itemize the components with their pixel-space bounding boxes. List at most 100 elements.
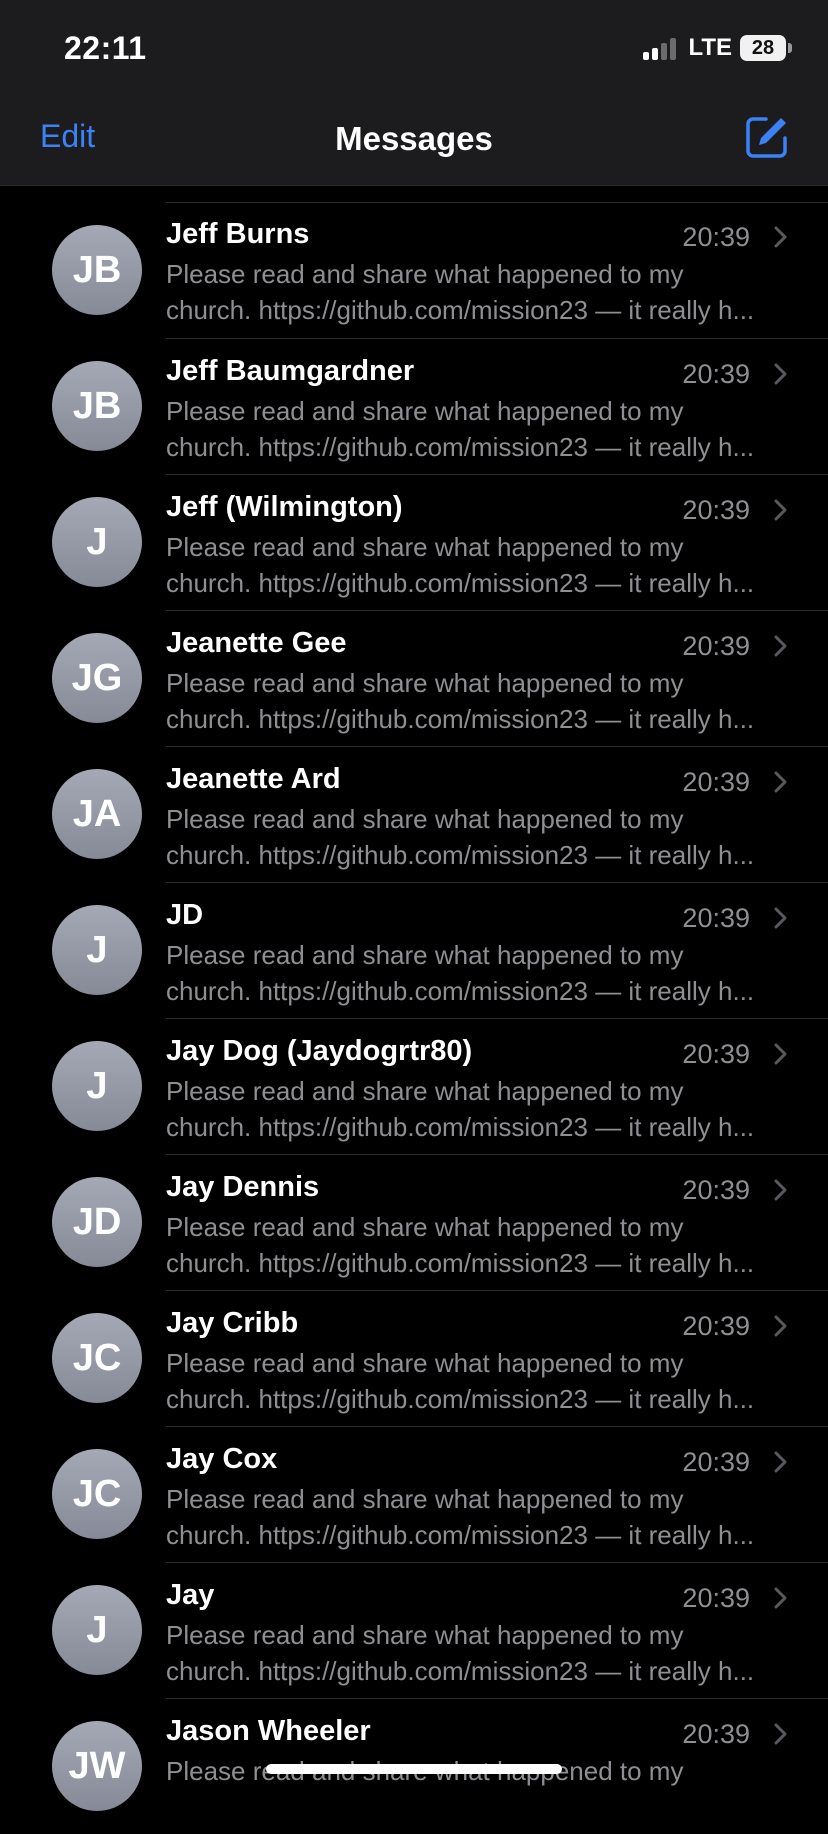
page-title: Messages [335,120,493,157]
preview-line: church. https://github.com/mission23 — i… [166,432,755,462]
preview-line: Please read and share what happened to m… [166,940,684,970]
avatar-initials: J [86,1064,108,1107]
contact-name: JD [166,899,204,931]
avatar-initials: JC [72,1472,122,1515]
message-time: 20:39 [682,359,750,389]
message-time: 20:39 [682,767,750,797]
compose-button[interactable] [744,114,790,160]
preview-line: church. https://github.com/mission23 — i… [166,1248,755,1278]
preview-line: church. https://github.com/mission23 — i… [166,568,755,598]
avatar[interactable]: JB [52,225,142,315]
chevron-right-icon [774,226,787,248]
conversation-row[interactable]: JG Jeanette Gee 20:39 Please read and sh… [0,610,828,746]
contact-name: Jay Cribb [166,1307,299,1339]
home-indicator[interactable] [266,1764,562,1774]
conversation-row[interactable]: JB Jeff Baumgardner 20:39 Please read an… [0,338,828,474]
conversation-row[interactable]: JD Jay Dennis 20:39 Please read and shar… [0,1154,828,1290]
message-preview: Please read and share what happened to m… [166,1617,786,1689]
contact-name: Jason Wheeler [166,1715,371,1747]
avatar[interactable]: J [52,1585,142,1675]
conversation-body[interactable]: Jeanette Ard 20:39 Please read and share… [166,746,828,882]
message-preview: Please read and share what happened to m… [166,1073,786,1145]
avatar[interactable]: JC [52,1449,142,1539]
chevron-right-icon [774,1723,787,1745]
compose-icon [746,117,787,158]
chevron-right-icon [774,1179,787,1201]
conversation-row[interactable]: J JD 20:39 Please read and share what ha… [0,882,828,1018]
avatar-initials: JD [72,1200,122,1243]
cellular-signal-icon [643,36,677,60]
preview-line: Please read and share what happened to m… [166,532,684,562]
navigation-header: 22:11 LTE 28 Edit Messages [0,0,828,186]
battery-icon: 28 [740,35,786,61]
avatar[interactable]: JD [52,1177,142,1267]
conversation-body[interactable]: Jay Cribb 20:39 Please read and share wh… [166,1290,828,1426]
conversation-body[interactable]: Jay Dog (Jaydogrtr80) 20:39 Please read … [166,1018,828,1154]
avatar[interactable]: JW [52,1721,142,1811]
conversation-body[interactable]: JD 20:39 Please read and share what happ… [166,882,828,1018]
message-time: 20:39 [682,222,750,252]
avatar-initials: JA [72,792,122,835]
message-preview: Please read and share what happened to m… [166,529,786,601]
conversation-body[interactable]: Jeff (Wilmington) 20:39 Please read and … [166,474,828,610]
avatar[interactable]: JC [52,1313,142,1403]
chevron-right-icon [774,499,787,521]
preview-line: Please read and share what happened to m… [166,259,684,289]
message-preview: Please read and share what happened to m… [166,665,786,737]
contact-name: Jeff Burns [166,218,310,250]
preview-line: Please read and share what happened to m… [166,668,684,698]
conversation-body[interactable]: Jeanette Gee 20:39 Please read and share… [166,610,828,746]
status-time: 22:11 [64,30,147,66]
avatar[interactable]: J [52,905,142,995]
conversation-body[interactable]: Jeff Baumgardner 20:39 Please read and s… [166,338,828,474]
conversation-row[interactable]: JC Jay Cribb 20:39 Please read and share… [0,1290,828,1426]
contact-name: Jeanette Ard [166,763,341,795]
preview-line: Please read and share what happened to m… [166,1076,684,1106]
avatar[interactable]: J [52,497,142,587]
conversation-row[interactable]: JC Jay Cox 20:39 Please read and share w… [0,1426,828,1562]
status-indicators: LTE 28 [643,34,792,62]
message-time: 20:39 [682,1583,750,1613]
preview-line: church. https://github.com/mission23 — i… [166,704,755,734]
message-time: 20:39 [682,631,750,661]
preview-line: church. https://github.com/mission23 — i… [166,1112,755,1142]
avatar-initials: J [86,1608,108,1651]
conversation-body[interactable]: Jay Dennis 20:39 Please read and share w… [166,1154,828,1290]
preview-line: church. https://github.com/mission23 — i… [166,840,755,870]
chevron-right-icon [774,635,787,657]
network-type: LTE [688,34,732,61]
conversation-body[interactable]: Jay Cox 20:39 Please read and share what… [166,1426,828,1562]
preview-line: Please read and share what happened to m… [166,1348,684,1378]
conversation-row[interactable]: J Jay 20:39 Please read and share what h… [0,1562,828,1698]
contact-name: Jay Dog (Jaydogrtr80) [166,1035,473,1067]
list-separator [166,185,828,203]
contact-name: Jeanette Gee [166,627,347,659]
preview-line: Please read and share what happened to m… [166,1484,684,1514]
avatar-initials: J [86,928,108,971]
conversation-body[interactable]: Jeff Burns 20:39 Please read and share w… [166,202,828,338]
preview-line: Please read and share what happened to m… [166,396,684,426]
avatar[interactable]: JA [52,769,142,859]
message-time: 20:39 [682,1447,750,1477]
avatar-initials: JW [68,1744,126,1787]
battery-tip [788,43,792,53]
preview-line: Please read and share what happened to m… [166,1620,684,1650]
chevron-right-icon [774,1451,787,1473]
conversation-row[interactable]: JA Jeanette Ard 20:39 Please read and sh… [0,746,828,882]
avatar[interactable]: JB [52,361,142,451]
preview-line: Please read and share what happened to m… [166,1212,684,1242]
avatar-initials: JB [72,248,122,291]
message-preview: Please read and share what happened to m… [166,256,786,328]
message-time: 20:39 [682,1039,750,1069]
conversation-row[interactable]: J Jeff (Wilmington) 20:39 Please read an… [0,474,828,610]
message-preview: Please read and share what happened to m… [166,1345,786,1417]
avatar[interactable]: J [52,1041,142,1131]
message-time: 20:39 [682,495,750,525]
message-preview: Please read and share what happened to m… [166,937,786,1009]
conversation-row[interactable]: J Jay Dog (Jaydogrtr80) 20:39 Please rea… [0,1018,828,1154]
contact-name: Jeff Baumgardner [166,355,415,387]
avatar-initials: JB [72,384,122,427]
avatar[interactable]: JG [52,633,142,723]
conversation-body[interactable]: Jay 20:39 Please read and share what hap… [166,1562,828,1698]
conversation-row[interactable]: JB Jeff Burns 20:39 Please read and shar… [0,202,828,338]
